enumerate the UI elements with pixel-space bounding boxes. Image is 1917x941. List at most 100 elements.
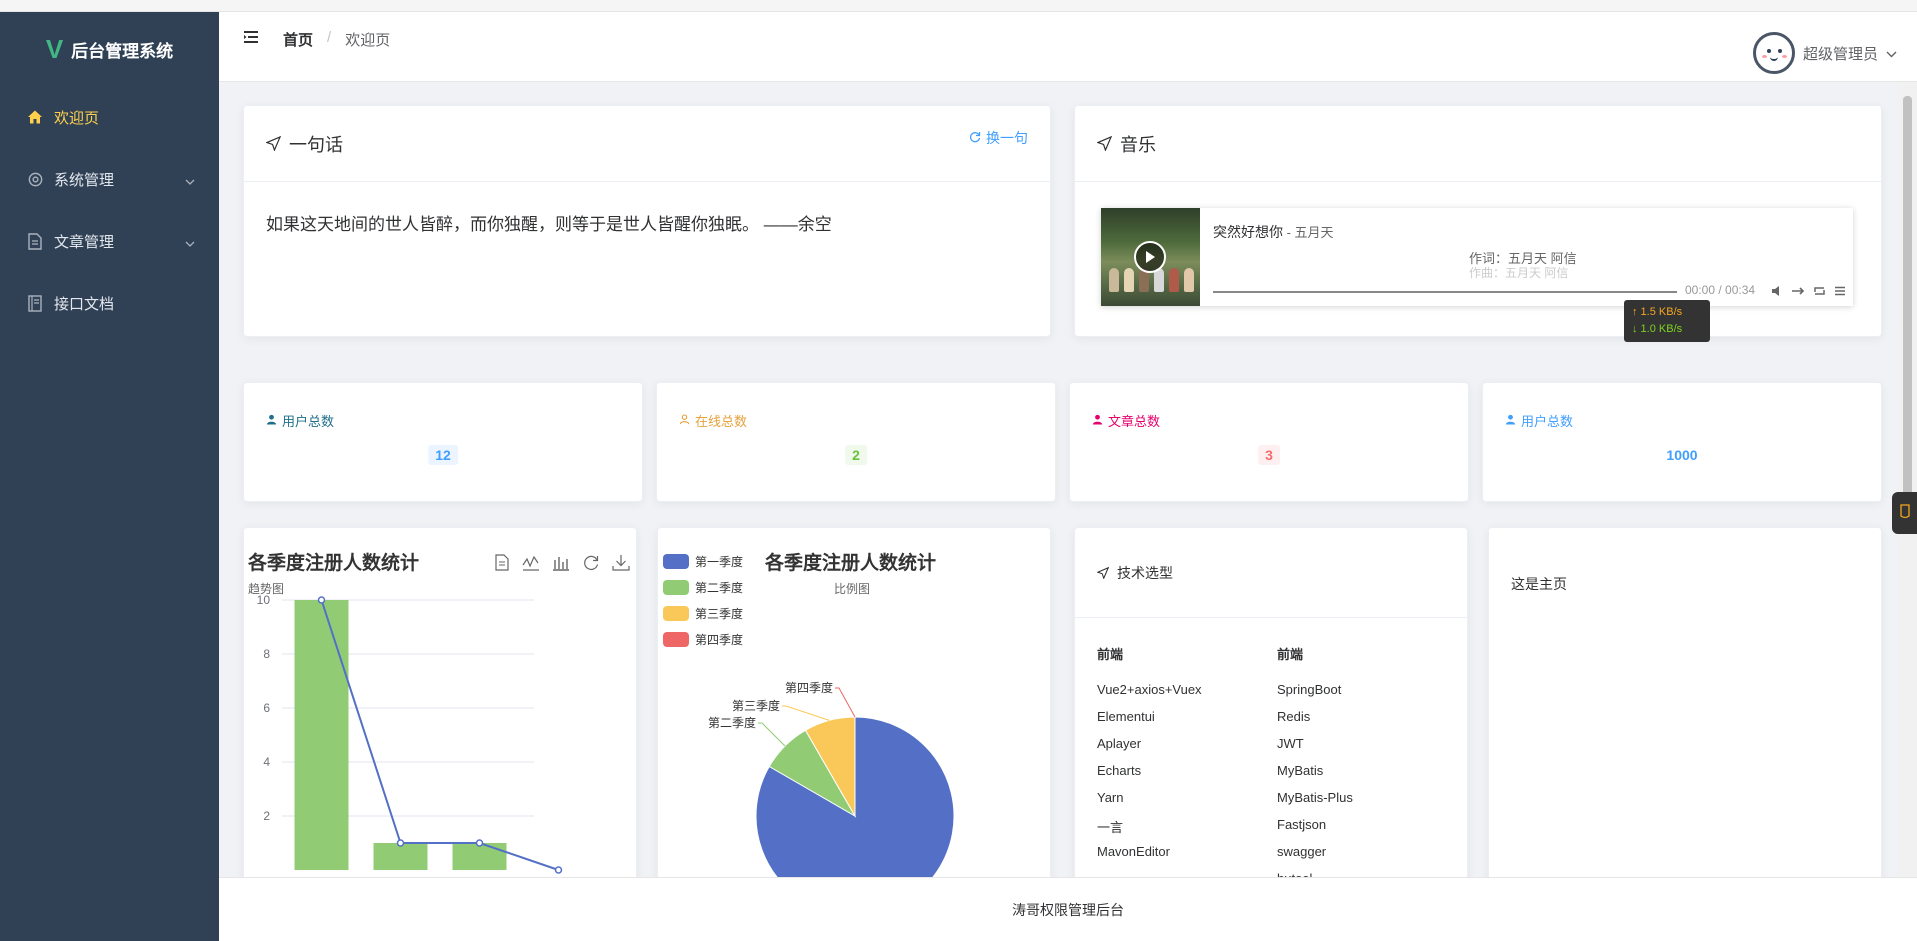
user-menu[interactable]: 超级管理员: [1752, 32, 1897, 74]
network-speed-overlay: ↑ 1.5 KB/s ↓ 1.0 KB/s: [1624, 300, 1710, 342]
song-artist: - 五月天: [1283, 225, 1334, 240]
home-icon: [26, 108, 44, 126]
y-tick-label: 2: [263, 809, 270, 823]
sidebar-item-welcome[interactable]: 欢迎页: [0, 86, 219, 148]
music-card: 音乐 突然好想你 - 五月天 作词：五月天 阿信 作曲：五月天 阿信 00:00…: [1074, 105, 1882, 337]
tech-card: 技术选型 前端 Vue2+axios+Vuex Elementui Aplayer Ec…: [1074, 527, 1468, 877]
chevron-down-icon: [185, 172, 195, 189]
breadcrumb-home[interactable]: 首页: [283, 29, 313, 50]
sidebar-item-label: 欢迎页: [54, 109, 100, 127]
footer: 涛哥权限管理后台: [219, 877, 1917, 941]
user-name: 超级管理员: [1802, 45, 1878, 63]
playlist-icon[interactable]: [1834, 284, 1846, 302]
bar-chart-card: 各季度注册人数统计 趋势图 2 4 6 8 10: [243, 527, 637, 877]
cup-icon: [1899, 502, 1911, 525]
chart-toolbox: [494, 554, 630, 576]
breadcrumb-separator: /: [327, 29, 332, 46]
user-outline-icon: [679, 413, 690, 428]
pie-chart-card: 第一季度第二季度第三季度第四季度 各季度注册人数统计 比例图 第一季度第二季度第…: [657, 527, 1051, 877]
dataview-icon[interactable]: [494, 554, 510, 576]
menu-toggle-icon[interactable]: [243, 30, 259, 49]
stat-value: 2: [845, 445, 867, 465]
play-time: 00:00 / 00:34: [1685, 283, 1756, 297]
card-title: 一句话: [289, 134, 343, 155]
slice-label-line: [835, 687, 856, 718]
quote-text: 如果这天地间的世人皆醉，而你独醒，则等于是世人皆醒你独眠。 ——余空: [266, 215, 832, 234]
refresh-label: 换一句: [986, 130, 1028, 146]
footer-text: 涛哥权限管理后台: [1012, 901, 1124, 918]
avatar[interactable]: [1752, 32, 1795, 74]
chevron-down-icon: [1886, 45, 1897, 62]
stat-label: 在线总数: [679, 411, 747, 430]
gear-icon: [26, 170, 44, 188]
loop-icon[interactable]: [1813, 284, 1826, 302]
order-icon[interactable]: [1791, 284, 1805, 302]
scrollbar-thumb[interactable]: [1903, 96, 1912, 496]
line-point: [475, 839, 484, 847]
card-header: 音乐: [1075, 106, 1881, 182]
upload-speed: ↑ 1.5 KB/s: [1632, 306, 1683, 318]
stat-card: 在线总数 2: [656, 382, 1056, 502]
side-widget-tab[interactable]: [1892, 492, 1917, 534]
tech-item: MyBatis: [1277, 763, 1324, 778]
stat-label: 文章总数: [1092, 411, 1160, 430]
legend-item[interactable]: 第一季度: [663, 548, 743, 574]
header: 首页 / 欢迎页 超级管理员: [219, 12, 1917, 82]
main-content: 一句话 换一句 如果这天地间的世人皆醉，而你独醒，则等于是世人皆醒你独眠。 ——…: [219, 82, 1898, 877]
sidebar-item-system[interactable]: 系统管理: [0, 148, 219, 210]
slice-label: 第四季度: [785, 680, 833, 695]
pie-chart-svg: 第一季度第二季度第三季度第四季度: [708, 680, 976, 877]
stat-label-text: 用户总数: [282, 414, 335, 429]
line-icon[interactable]: [522, 554, 540, 576]
line-point: [317, 596, 326, 604]
send-icon: [1097, 566, 1109, 579]
progress-bar[interactable]: [1213, 291, 1677, 293]
scrollbar[interactable]: [1898, 82, 1917, 877]
player-controls: [1771, 284, 1846, 302]
volume-icon[interactable]: [1771, 284, 1783, 302]
card-title: 技术选型: [1117, 564, 1173, 581]
sidebar-item-articles[interactable]: 文章管理: [0, 210, 219, 272]
y-tick-label: 8: [263, 647, 270, 661]
breadcrumb-current: 欢迎页: [345, 32, 391, 49]
music-player: 突然好想你 - 五月天 作词：五月天 阿信 作曲：五月天 阿信 00:00 / …: [1101, 208, 1853, 306]
card-header: 一句话: [244, 106, 1050, 182]
send-icon: [266, 136, 281, 151]
sidebar-item-label: 系统管理: [54, 171, 115, 189]
user-icon: [266, 413, 277, 428]
tech-item: Fastjson: [1277, 817, 1327, 832]
stat-label-text: 文章总数: [1108, 414, 1161, 429]
legend-label: 第一季度: [695, 554, 744, 569]
refresh-icon: [969, 130, 981, 146]
sidebar: V 后台管理系统 欢迎页 系统管理 文章管理 接口文档: [0, 12, 219, 941]
bar-icon[interactable]: [552, 554, 570, 576]
download-icon[interactable]: [612, 554, 630, 576]
y-tick-label: 10: [257, 593, 271, 607]
brand[interactable]: V 后台管理系统: [0, 12, 219, 86]
stat-value: 12: [428, 445, 458, 465]
document-icon: [26, 232, 44, 250]
stat-label: 用户总数: [1505, 411, 1573, 430]
stat-label-text: 用户总数: [1521, 414, 1574, 429]
breadcrumb: 首页 / 欢迎页: [283, 29, 390, 50]
play-button[interactable]: [1134, 241, 1166, 273]
download-speed: ↓ 1.0 KB/s: [1632, 323, 1683, 335]
bar: [373, 843, 428, 870]
restore-icon[interactable]: [582, 554, 600, 576]
sidebar-item-api-docs[interactable]: 接口文档: [0, 272, 219, 334]
sidebar-item-label: 接口文档: [54, 295, 115, 313]
stat-label: 用户总数: [266, 411, 334, 430]
tech-item: JWT: [1277, 736, 1304, 751]
home-text: 这是主页: [1511, 576, 1567, 592]
y-tick-label: 4: [263, 755, 270, 769]
tech-item: Aplayer: [1097, 736, 1142, 751]
slice-label-line: [758, 722, 786, 747]
song-title: 突然好想你: [1213, 224, 1283, 240]
album-cover: [1101, 208, 1200, 306]
stat-card: 文章总数 3: [1069, 382, 1469, 502]
legend-swatch: [663, 553, 689, 569]
refresh-quote-button[interactable]: 换一句: [969, 128, 1028, 148]
send-icon: [1097, 136, 1112, 151]
browser-bookmark-strip: [0, 0, 1917, 12]
home-card: 这是主页: [1488, 527, 1882, 877]
